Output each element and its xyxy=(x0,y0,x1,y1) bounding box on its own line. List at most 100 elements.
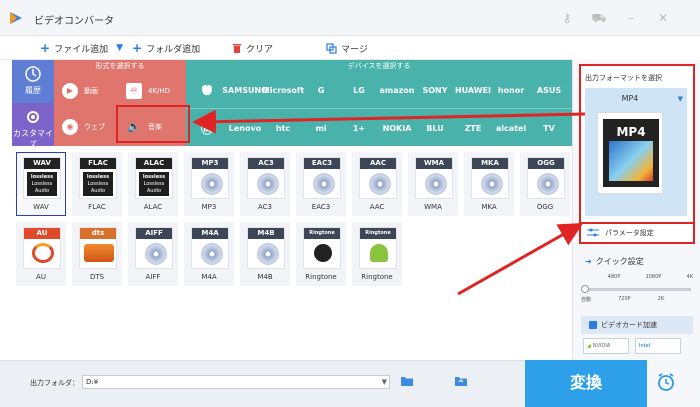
minimize-button[interactable]: – xyxy=(622,9,640,27)
divider xyxy=(186,108,572,109)
device-brand-asus[interactable]: ASUS xyxy=(532,72,566,108)
4k-icon: 4k xyxy=(126,83,142,99)
customize-tab[interactable]: カスタマイズ xyxy=(12,103,54,149)
category-web[interactable]: ◉ ウェブ xyxy=(54,110,118,144)
format-tile-m4b[interactable]: M4B M4B xyxy=(240,222,290,286)
history-icon xyxy=(25,66,41,82)
chevron-down-icon[interactable]: ▼ xyxy=(382,376,387,388)
merge-button[interactable]: マージ xyxy=(326,40,368,56)
browse-folder-icon[interactable] xyxy=(400,375,414,387)
output-folder-input[interactable]: D:¥ ▼ xyxy=(82,375,390,389)
device-brand-microsoft[interactable]: Microsoft xyxy=(262,72,304,108)
format-icon: Ringtone xyxy=(303,227,341,269)
format-name: OGG xyxy=(536,203,554,211)
audio-disc-icon xyxy=(201,243,223,265)
format-tile-m4a[interactable]: M4A M4A xyxy=(184,222,234,286)
parameter-settings-button[interactable]: パラメータ設定 xyxy=(579,222,695,244)
audio-disc-icon xyxy=(145,243,167,265)
device-brand-htc[interactable]: htc xyxy=(266,110,300,146)
quick-settings: ➜ クイック設定 xyxy=(585,257,644,266)
device-brand-1[interactable]: 1+ xyxy=(342,110,376,146)
device-brand-lg[interactable]: LG xyxy=(342,72,376,108)
format-tile-wma[interactable]: WMA WMA xyxy=(408,152,458,216)
convert-button[interactable]: 変換 xyxy=(525,360,647,407)
format-tile-aiff[interactable]: AIFF AIFF xyxy=(128,222,178,286)
format-icon: dts xyxy=(79,227,117,269)
format-name: FLAC xyxy=(88,203,106,211)
device-brand-amazon[interactable]: amazon xyxy=(380,72,415,108)
side-tabs: 履歴 カスタマイズ xyxy=(12,60,54,149)
clear-button[interactable]: クリア xyxy=(232,40,273,56)
format-tile-au[interactable]: AU AU xyxy=(16,222,66,286)
format-tile-ogg[interactable]: OGG OGG xyxy=(520,152,570,216)
format-icon: WAV lossless Lossless Audio xyxy=(23,157,61,199)
window-title: ビデオコンバータ xyxy=(34,16,114,27)
device-brand-samsung[interactable]: SAMSUNG xyxy=(222,72,267,108)
add-folder-button[interactable]: + フォルダ追加 xyxy=(132,40,200,56)
format-tile-mp3[interactable]: MP3 MP3 xyxy=(184,152,234,216)
format-badge: OGG xyxy=(528,158,564,169)
format-tile-flac[interactable]: FLAC lossless Lossless Audio FLAC xyxy=(72,152,122,216)
format-tile-alac[interactable]: ALAC lossless Lossless Audio ALAC xyxy=(128,152,178,216)
format-badge: AU xyxy=(24,228,60,239)
output-format-selector[interactable]: MP4 ▼ MP4 xyxy=(585,88,687,216)
cart-icon[interactable]: ⛟ xyxy=(590,9,608,27)
category-4k-hd[interactable]: 4k 4K/HD xyxy=(118,74,182,108)
format-tile-mka[interactable]: MKA MKA xyxy=(464,152,514,216)
format-badge: M4B xyxy=(248,228,284,239)
audio-disc-icon xyxy=(313,173,335,195)
format-tile-ac3[interactable]: AC3 AC3 xyxy=(240,152,290,216)
format-tile-eac3[interactable]: EAC3 EAC3 xyxy=(296,152,346,216)
format-icon: ALAC lossless Lossless Audio xyxy=(135,157,173,199)
merge-icon xyxy=(326,42,337,54)
alarm-clock-icon[interactable] xyxy=(656,372,676,392)
add-file-button[interactable]: + ファイル追加 ▼ xyxy=(40,40,123,56)
trash-icon xyxy=(233,43,241,53)
format-tile-ringtone[interactable]: Ringtone Ringtone xyxy=(352,222,402,286)
key-icon[interactable]: ⚷ xyxy=(558,9,576,27)
format-tile-aac[interactable]: AAC AAC xyxy=(352,152,402,216)
music-highlight xyxy=(116,105,190,143)
device-brand-g[interactable]: G xyxy=(304,72,338,108)
chevron-down-icon[interactable]: ▼ xyxy=(678,95,683,103)
format-name: Ringtone xyxy=(361,273,393,281)
history-tab[interactable]: 履歴 xyxy=(12,60,54,103)
format-badge: EAC3 xyxy=(304,158,340,169)
format-icon: WMA xyxy=(415,157,453,199)
format-icon: AIFF xyxy=(135,227,173,269)
arrow-right-icon: ➜ xyxy=(585,257,592,266)
android-icon xyxy=(370,244,388,262)
device-brand-alcatel[interactable]: alcatel xyxy=(494,110,528,146)
device-brand-apple[interactable] xyxy=(190,72,224,108)
format-icon: MP3 xyxy=(191,157,229,199)
device-brand-sony[interactable]: SONY xyxy=(418,72,452,108)
format-tile-dts[interactable]: dts DTS xyxy=(72,222,122,286)
device-brand-blu[interactable]: BLU xyxy=(418,110,452,146)
device-brand-nokia[interactable]: NOKIA xyxy=(380,110,414,146)
gpu-acceleration-toggle[interactable]: ビデオカード加速 xyxy=(581,316,693,334)
dropdown-caret-icon[interactable]: ▼ xyxy=(116,43,123,53)
format-name: M4A xyxy=(201,273,217,281)
device-brand-tv[interactable]: TV xyxy=(532,110,566,146)
quality-slider-track[interactable] xyxy=(583,288,691,291)
nvidia-logo-icon: ◢ xyxy=(587,343,591,349)
quality-slider-knob[interactable] xyxy=(581,285,589,293)
format-badge: AC3 xyxy=(248,158,284,169)
open-folder-icon[interactable] xyxy=(454,375,468,387)
format-badge: AAC xyxy=(360,158,396,169)
format-badge: ALAC xyxy=(136,158,172,169)
device-brand-honor[interactable]: honor xyxy=(494,72,528,108)
format-name: AU xyxy=(36,273,46,281)
device-brand-zte[interactable]: ZTE xyxy=(456,110,490,146)
format-icon: FLAC lossless Lossless Audio xyxy=(79,157,117,199)
device-brand-huawei[interactable]: HUAWEI xyxy=(455,72,491,108)
format-tile-wav[interactable]: WAV lossless Lossless Audio WAV xyxy=(16,152,66,216)
format-tile-ringtone[interactable]: Ringtone Ringtone xyxy=(296,222,346,286)
format-name: AAC xyxy=(369,203,385,211)
category-video[interactable]: ▶ 動画 xyxy=(54,74,118,108)
device-brand-mi[interactable]: mi xyxy=(304,110,338,146)
device-brand-lenovo[interactable]: Lenovo xyxy=(228,110,262,146)
format-name: M4B xyxy=(257,273,273,281)
close-button[interactable]: ✕ xyxy=(654,9,672,27)
device-brand-motorola[interactable]: Ⓜ xyxy=(190,110,224,146)
